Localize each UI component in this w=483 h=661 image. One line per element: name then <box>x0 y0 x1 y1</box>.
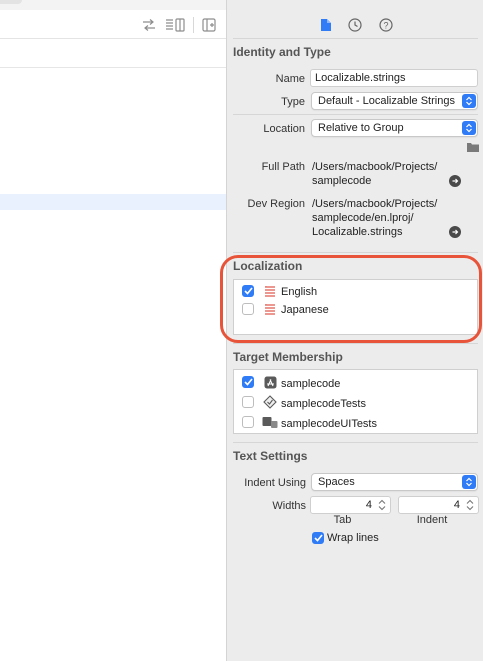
folder-icon[interactable] <box>466 141 480 153</box>
chevron-updown-icon <box>462 121 476 135</box>
target-bottom-separator <box>233 442 478 443</box>
inspector-tab-bar: ? <box>227 10 483 40</box>
wrap-lines-checkbox[interactable] <box>312 532 324 544</box>
identity-separator-1 <box>233 114 478 115</box>
samplecode-tests-label: samplecodeTests <box>281 398 366 410</box>
list-item[interactable]: samplecode <box>234 373 477 391</box>
related-items-arrows-icon[interactable] <box>141 17 157 33</box>
location-popup[interactable]: Relative to Group <box>311 119 478 137</box>
editor-toolbar <box>0 10 226 39</box>
target-membership-section-title: Target Membership <box>233 350 343 364</box>
devregion-label: Dev Region <box>247 198 305 210</box>
test-diamond-icon <box>263 395 277 409</box>
indent-using-value: Spaces <box>318 476 355 488</box>
name-label: Name <box>275 73 305 85</box>
stepper-arrows-icon[interactable] <box>465 498 475 512</box>
tab-bar-separator <box>233 38 478 39</box>
samplecode-checkbox[interactable] <box>242 376 254 388</box>
svg-text:?: ? <box>383 21 388 31</box>
samplecode-uitests-label: samplecodeUITests <box>281 418 377 430</box>
location-popup-value: Relative to Group <box>318 122 404 134</box>
reveal-in-finder-arrow-icon[interactable] <box>449 175 461 187</box>
name-field[interactable]: Localizable.strings <box>310 69 478 87</box>
samplecode-tests-checkbox[interactable] <box>242 396 254 408</box>
location-label: Location <box>263 123 305 135</box>
add-editor-icon[interactable] <box>201 17 217 33</box>
text-settings-section-title: Text Settings <box>233 449 308 463</box>
devregion-reveal-arrow-icon[interactable] <box>449 226 461 238</box>
type-popup[interactable]: Default - Localizable Strings <box>311 92 478 110</box>
devregion-line-2: samplecode/en.lproj/ <box>312 212 414 224</box>
target-membership-list: samplecode samplecodeTests samplecodeUIT… <box>233 369 478 434</box>
localization-bottom-separator <box>233 343 478 344</box>
chevron-updown-icon <box>462 94 476 108</box>
tab-width-stepper[interactable]: 4 <box>310 496 391 514</box>
tab-bar <box>0 0 226 10</box>
devregion-line-3: Localizable.strings <box>312 226 403 238</box>
tab-label: Tab <box>333 514 352 526</box>
indent-using-popup[interactable]: Spaces <box>311 473 478 491</box>
app-store-icon <box>263 375 277 389</box>
editor-separator <box>0 67 226 68</box>
type-label: Type <box>281 96 305 108</box>
wrap-lines-label: Wrap lines <box>327 532 379 544</box>
list-item[interactable]: samplecodeUITests <box>234 413 477 431</box>
localization-highlight-outline <box>220 255 482 343</box>
type-popup-value: Default - Localizable Strings <box>318 95 455 107</box>
indent-width-stepper[interactable]: 4 <box>398 496 479 514</box>
widths-label: Widths <box>272 500 306 512</box>
fullpath-label: Full Path <box>261 161 305 173</box>
list-item[interactable]: samplecodeTests <box>234 393 477 411</box>
editor-tab[interactable] <box>0 0 22 4</box>
indent-width-value: 4 <box>453 499 460 511</box>
stepper-arrows-icon[interactable] <box>377 498 387 512</box>
identity-bottom-separator <box>233 252 478 253</box>
devregion-line-1: /Users/macbook/Projects/ <box>312 198 438 210</box>
file-icon[interactable] <box>317 16 335 34</box>
samplecode-label: samplecode <box>281 378 341 390</box>
toolbar-divider <box>193 17 194 33</box>
editor-options-icon[interactable] <box>165 17 185 33</box>
editor-pane <box>0 0 226 661</box>
fullpath-line-2: samplecode <box>312 175 372 187</box>
history-clock-icon[interactable] <box>346 16 364 34</box>
identity-section-title: Identity and Type <box>233 45 331 59</box>
indent-label: Indent <box>416 514 448 526</box>
help-question-icon[interactable]: ? <box>377 16 395 34</box>
samplecode-uitests-checkbox[interactable] <box>242 416 254 428</box>
fullpath-line-1: /Users/macbook/Projects/ <box>312 161 438 173</box>
tab-width-value: 4 <box>365 499 372 511</box>
selected-line-highlight <box>0 194 226 210</box>
chevron-updown-icon <box>462 475 476 489</box>
ui-test-icon <box>262 415 278 429</box>
indent-using-label: Indent Using <box>244 477 306 489</box>
